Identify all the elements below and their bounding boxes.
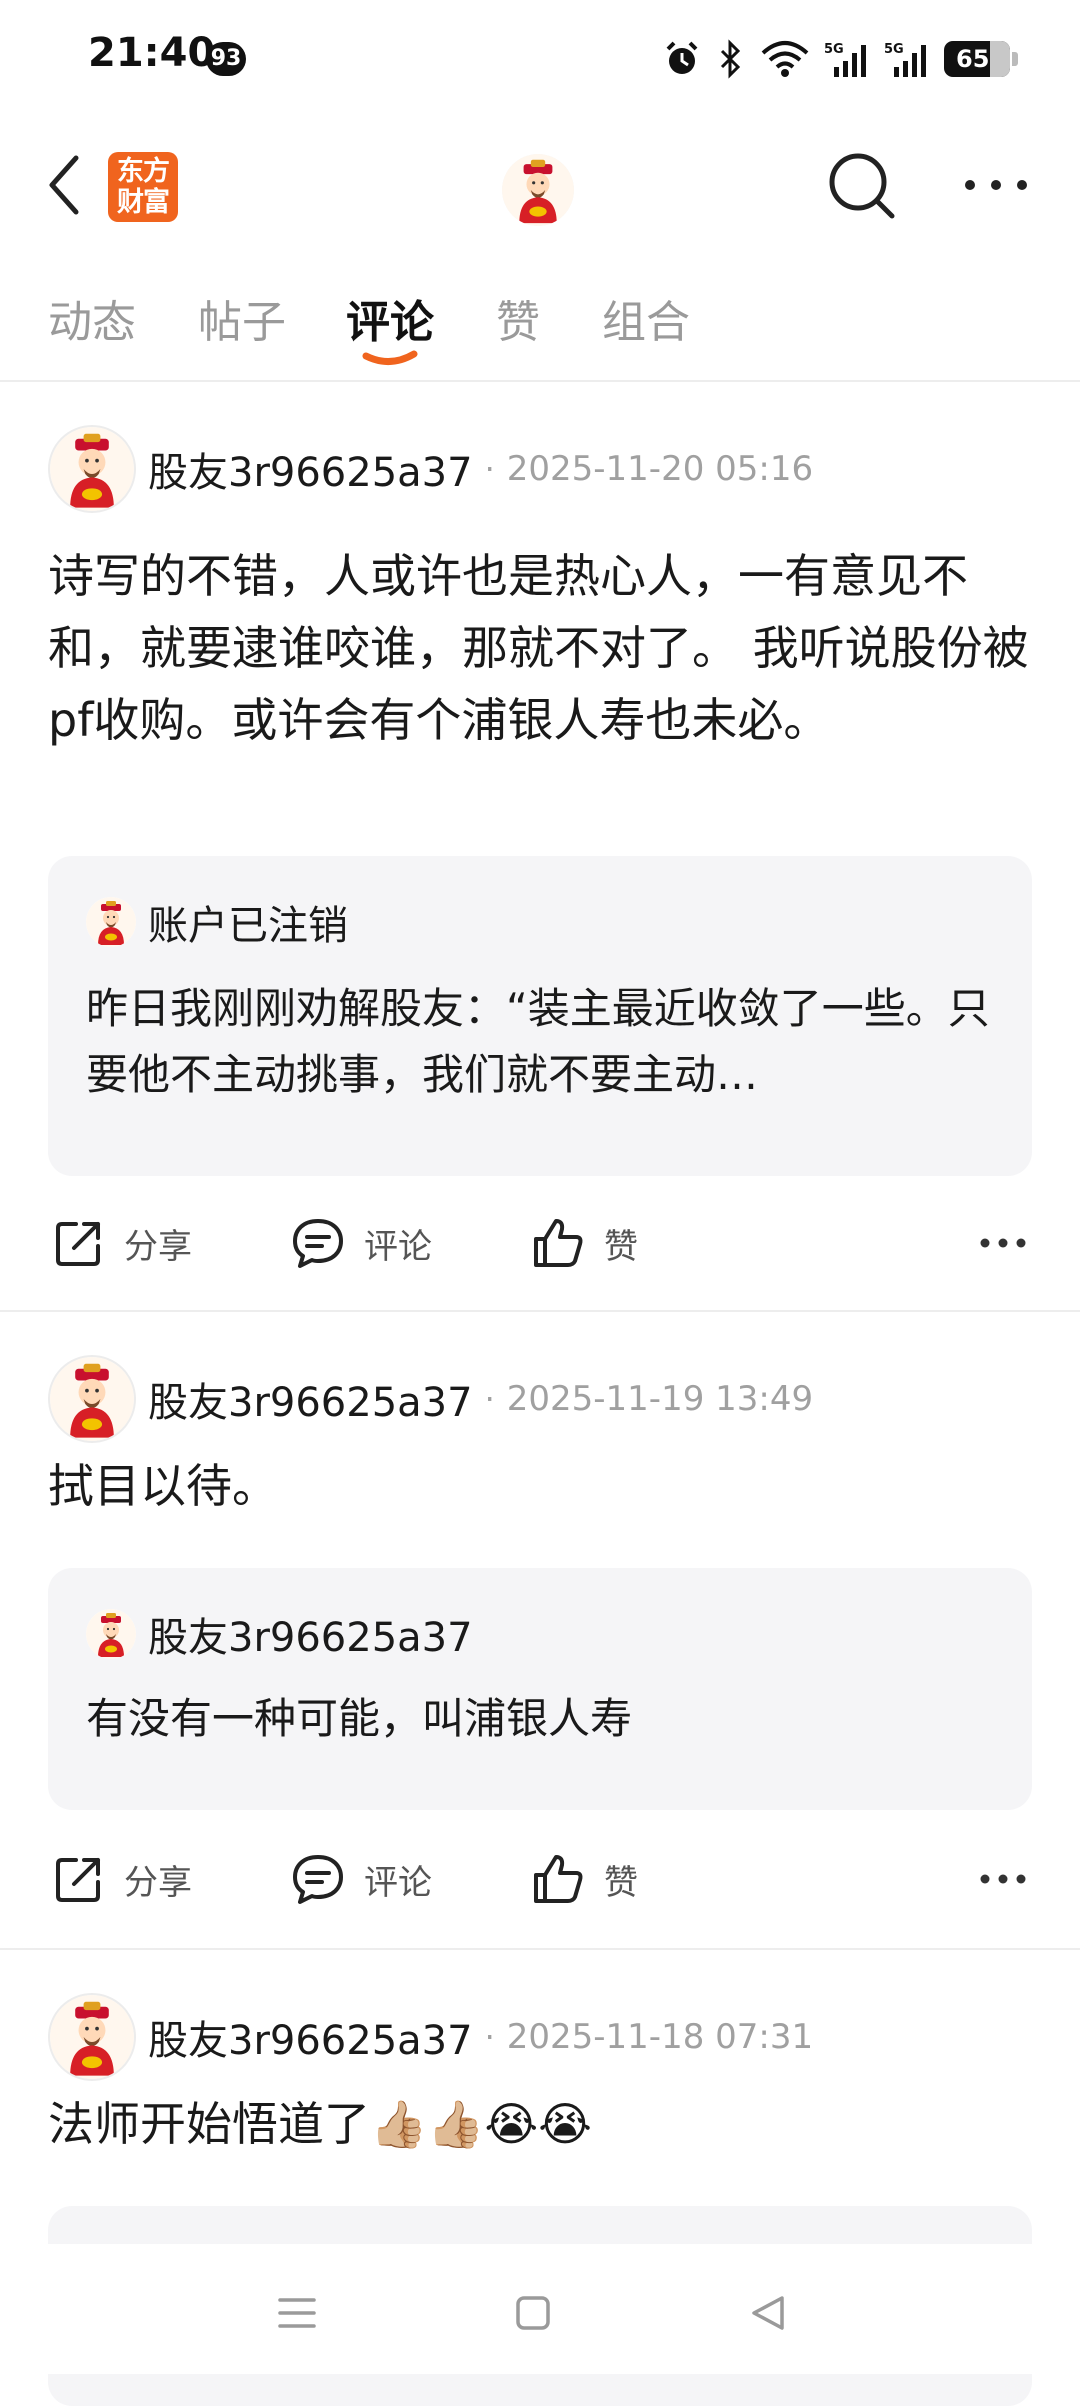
back-arrow-icon[interactable]	[44, 150, 84, 220]
comment-label: 评论	[364, 1226, 432, 1267]
author-name[interactable]: 股友3r96625a37	[148, 1370, 473, 1428]
quote-author-name: 股友3r96625a37	[148, 1615, 473, 1661]
signal-5g-icon: 5G	[824, 42, 866, 77]
comment-label: 评论	[364, 1862, 432, 1903]
comment-icon	[293, 1219, 343, 1268]
action-bar: 分享 评论 赞	[0, 1208, 1080, 1278]
alarm-icon	[666, 41, 698, 74]
tab-portfolio[interactable]: 组合	[602, 286, 690, 350]
post-time: 2025-11-20 05:16	[506, 449, 814, 489]
avatar-image	[502, 154, 574, 226]
avatar-image	[86, 897, 136, 947]
quote-text: 有没有一种可能，叫浦银人寿	[86, 1694, 633, 1743]
post-time: 2025-11-18 07:31	[506, 2017, 814, 2057]
back-triangle-icon[interactable]	[744, 2288, 794, 2338]
quote-author-row: 股友3r96625a37	[86, 1606, 473, 1662]
more-icon[interactable]	[978, 1228, 1028, 1258]
profile-avatar[interactable]	[502, 154, 574, 226]
post-time: 2025-11-19 13:49	[506, 1379, 814, 1419]
tab-dynamics[interactable]: 动态	[48, 286, 136, 350]
comment-body[interactable]: 拭目以待。	[48, 1450, 1038, 1522]
comment-icon	[293, 1855, 343, 1904]
share-label: 分享	[124, 1226, 192, 1267]
wifi-icon	[761, 41, 809, 77]
share-button[interactable]: 分享	[52, 1844, 192, 1914]
svg-text:5G: 5G	[824, 42, 844, 57]
author-row: 股友3r96625a37 · 2025-11-20 05:16	[48, 424, 813, 514]
avatar-image	[50, 1995, 134, 2079]
system-nav-bar	[0, 2244, 1080, 2374]
avatar-image	[86, 1609, 136, 1659]
share-label: 分享	[124, 1862, 192, 1903]
avatar[interactable]	[48, 1355, 136, 1443]
quote-avatar	[86, 897, 136, 947]
share-icon	[56, 1222, 100, 1266]
avatar[interactable]	[48, 1993, 136, 2081]
comment-button[interactable]: 评论	[290, 1844, 432, 1914]
quote-text: 昨日我刚刚劝解股友：“装主最近收敛了一些。只要他不主动挑事，我们就不要主动…	[86, 984, 990, 1099]
share-icon	[56, 1858, 100, 1902]
separator-dot: ·	[484, 450, 495, 488]
avatar[interactable]	[48, 425, 136, 513]
author-row: 股友3r96625a37 · 2025-11-19 13:49	[48, 1354, 813, 1444]
tab-bar: 动态 帖子 评论 赞 组合	[0, 270, 1080, 382]
comment-card: 股友3r96625a37 · 2025-11-20 05:16 诗写的不错，人或…	[0, 382, 1080, 1312]
tab-likes[interactable]: 赞	[496, 286, 540, 350]
comment-body[interactable]: 法师开始悟道了👍🏼👍🏼😭😭	[48, 2088, 1038, 2160]
comment-card: 股友3r96625a37 · 2025-11-19 13:49 拭目以待。 股友…	[0, 1312, 1080, 1950]
status-bar: 21:40 93 5G 5G 65	[0, 0, 1080, 120]
notification-badge: 93	[206, 42, 246, 76]
separator-dot: ·	[484, 2018, 495, 2056]
like-label: 赞	[604, 1862, 638, 1903]
svg-text:5G: 5G	[884, 42, 904, 57]
comment-button[interactable]: 评论	[290, 1208, 432, 1278]
comment-body[interactable]: 诗写的不错，人或许也是热心人，一有意见不和，就要逮谁咬谁，那就不对了。 我听说股…	[48, 540, 1038, 756]
like-label: 赞	[604, 1226, 638, 1267]
search-icon[interactable]	[826, 150, 898, 222]
like-button[interactable]: 赞	[530, 1208, 638, 1278]
like-button[interactable]: 赞	[530, 1844, 638, 1914]
avatar-image	[50, 1357, 134, 1441]
avatar-image	[50, 427, 134, 511]
menu-icon[interactable]	[272, 2288, 322, 2338]
quote-author-name: 账户已注销	[148, 903, 348, 949]
comment-feed: 股友3r96625a37 · 2025-11-20 05:16 诗写的不错，人或…	[0, 382, 1080, 2406]
status-icons: 5G 5G 65	[662, 36, 1018, 82]
author-name[interactable]: 股友3r96625a37	[148, 440, 473, 498]
action-bar: 分享 评论 赞	[0, 1844, 1080, 1914]
thumbs-up-icon	[534, 1855, 583, 1903]
tab-posts[interactable]: 帖子	[198, 286, 286, 350]
active-tab-indicator	[362, 350, 418, 365]
separator-dot: ·	[484, 1380, 495, 1418]
header: 东方 财富	[0, 130, 1080, 240]
author-row: 股友3r96625a37 · 2025-11-18 07:31	[48, 1992, 813, 2082]
status-time: 21:40	[88, 30, 216, 76]
battery-icon: 65	[944, 41, 1018, 77]
quoted-post[interactable]: 股友3r96625a37 有没有一种可能，叫浦银人寿	[48, 1568, 1032, 1810]
thumbs-up-icon	[534, 1219, 583, 1267]
bluetooth-icon	[720, 39, 741, 79]
more-icon[interactable]	[978, 1864, 1028, 1894]
battery-level: 65	[956, 45, 990, 73]
home-icon[interactable]	[508, 2288, 558, 2338]
signal-5g-icon-2: 5G	[884, 42, 926, 77]
share-button[interactable]: 分享	[52, 1208, 192, 1278]
quote-author-row: 账户已注销	[86, 894, 348, 950]
quote-avatar	[86, 1609, 136, 1659]
app-logo: 东方 财富	[108, 152, 178, 222]
quoted-post[interactable]: 账户已注销 昨日我刚刚劝解股友：“装主最近收敛了一些。只要他不主动挑事，我们就不…	[48, 856, 1032, 1176]
tab-comments[interactable]: 评论	[346, 286, 434, 350]
more-icon[interactable]	[960, 170, 1032, 200]
author-name[interactable]: 股友3r96625a37	[148, 2008, 473, 2066]
